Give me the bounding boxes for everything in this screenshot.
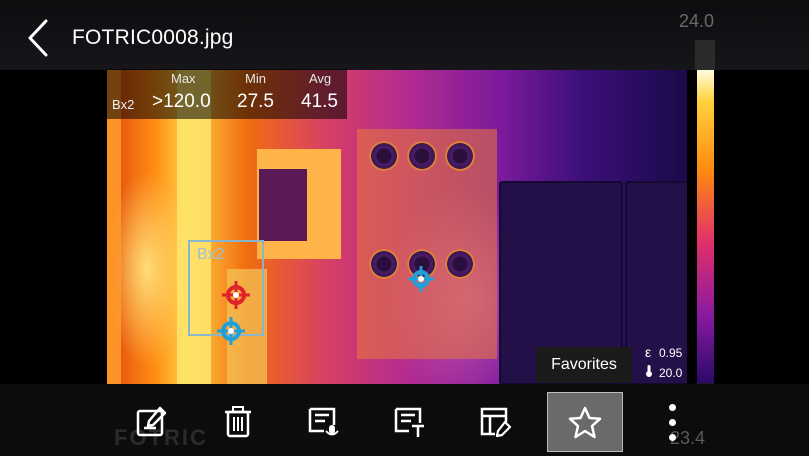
- range-max-ghost: 24.0: [678, 11, 714, 31]
- avg-header: Avg: [309, 71, 332, 86]
- file-title: FOTRIC0008.jpg: [72, 26, 234, 49]
- epsilon-icon: ε: [645, 344, 652, 360]
- terminal: [369, 249, 399, 279]
- terminal: [445, 249, 475, 279]
- min-temp-marker: [217, 317, 245, 345]
- voice-note-icon: [308, 407, 339, 436]
- max-temp-marker: [222, 281, 250, 309]
- emissivity-value: 0.95: [659, 346, 683, 360]
- text-note-icon: [394, 407, 424, 437]
- voice-note-button[interactable]: [295, 392, 351, 450]
- max-header: Max: [171, 71, 196, 86]
- min-header: Min: [245, 71, 266, 86]
- delete-icon: [225, 406, 251, 438]
- contactor-face: [259, 169, 307, 241]
- emissivity-readout: ε 0.95: [645, 344, 682, 360]
- measurement-panel: Max Min Avg Bx2 >120.0 27.5 41.5: [107, 69, 347, 119]
- center-spot-marker: [408, 266, 434, 292]
- favorites-button[interactable]: [547, 392, 623, 452]
- chevron-left-icon: [28, 19, 48, 57]
- palette-cap: [695, 40, 715, 70]
- thermal-image-viewer: FOTRIC0008.jpg 24.0 Max Min Avg Bx2 >120…: [0, 0, 809, 456]
- report-icon: [480, 407, 512, 438]
- thermometer-icon: [645, 364, 659, 380]
- roi-label: Bx2: [197, 246, 225, 263]
- max-value: >120.0: [152, 91, 211, 112]
- report-button[interactable]: [467, 392, 523, 450]
- delete-button[interactable]: [210, 392, 266, 450]
- terminal: [369, 141, 399, 171]
- reflected-temp-value: 20.0: [659, 366, 683, 380]
- more-menu-button[interactable]: [663, 398, 683, 448]
- favorites-tooltip: Favorites: [536, 347, 632, 383]
- top-bar: FOTRIC0008.jpg 24.0: [0, 0, 809, 70]
- star-icon: [568, 406, 602, 439]
- min-value: 27.5: [237, 91, 274, 112]
- text-note-button[interactable]: [381, 392, 437, 450]
- roi-row-label: Bx2: [112, 97, 135, 112]
- terminal: [407, 141, 437, 171]
- color-palette-bar[interactable]: [697, 70, 714, 383]
- edit-button[interactable]: [124, 392, 180, 450]
- back-button[interactable]: [22, 18, 56, 58]
- reflected-temp-readout: 20.0: [645, 364, 682, 380]
- edit-icon: [136, 406, 167, 437]
- terminal: [445, 141, 475, 171]
- avg-value: 41.5: [301, 91, 338, 112]
